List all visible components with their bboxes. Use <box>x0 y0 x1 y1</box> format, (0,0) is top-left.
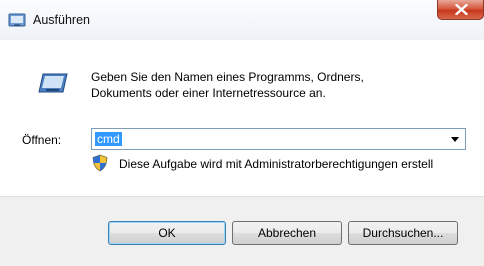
dialog-description: Geben Sie den Namen eines Programms, Ord… <box>91 69 421 101</box>
open-label: Öffnen: <box>22 133 62 147</box>
browse-button[interactable]: Durchsuchen... <box>348 221 458 245</box>
cancel-button[interactable]: Abbrechen <box>232 221 342 245</box>
run-dialog-icon <box>8 13 26 27</box>
close-icon <box>455 4 468 15</box>
chevron-down-icon <box>451 137 459 142</box>
ok-button[interactable]: OK <box>108 221 226 245</box>
combobox-dropdown-button[interactable] <box>445 129 465 149</box>
admin-privileges-note: Diese Aufgabe wird mit Administratorbere… <box>119 157 434 171</box>
open-input-value[interactable]: cmd <box>95 132 122 146</box>
title-bar[interactable]: Ausführen <box>0 0 484 40</box>
window-title: Ausführen <box>33 13 90 27</box>
close-button[interactable] <box>437 0 484 20</box>
dialog-content: Geben Sie den Namen eines Programms, Ord… <box>0 40 484 196</box>
description-line-2: Dokuments oder einer Internetressource a… <box>91 86 326 100</box>
dialog-footer: OK Abbrechen Durchsuchen... <box>0 196 484 266</box>
open-combobox[interactable]: cmd <box>91 128 466 150</box>
run-program-icon <box>37 72 69 94</box>
uac-shield-icon <box>92 154 108 172</box>
description-line-1: Geben Sie den Namen eines Programms, Ord… <box>91 70 364 84</box>
